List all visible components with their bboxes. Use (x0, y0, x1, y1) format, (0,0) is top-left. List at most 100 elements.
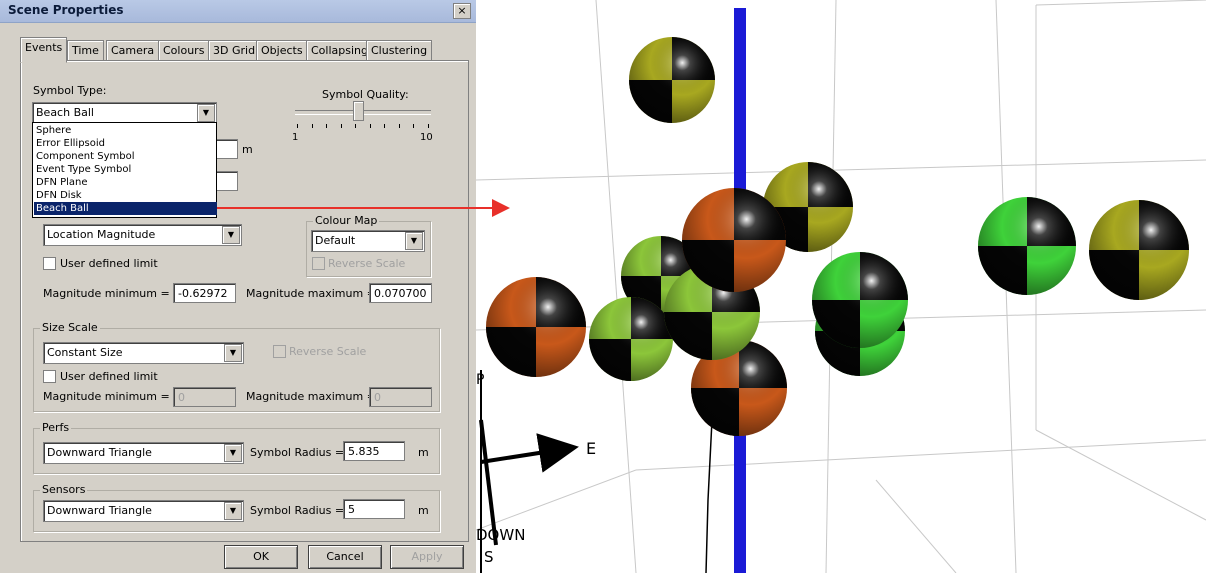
chevron-down-icon[interactable]: ▼ (405, 232, 423, 250)
title-bar[interactable]: Scene Properties × (0, 0, 476, 23)
symbol-quality-max: 10 (420, 132, 433, 143)
sensors-radius-field[interactable]: 5 (343, 499, 405, 519)
chevron-down-icon[interactable]: ▼ (224, 344, 242, 362)
slider-tick (369, 124, 371, 128)
colour-map-value: Default (315, 234, 356, 247)
slider-tick (413, 124, 414, 128)
tab-objects[interactable]: Objects (256, 40, 308, 61)
callout-arrow-head (492, 199, 510, 217)
cancel-button[interactable]: Cancel (308, 545, 382, 569)
scene-properties-dialog: Scene Properties × Events Time Camera Co… (0, 0, 477, 573)
colour-map-dropdown[interactable]: Default ▼ (311, 230, 425, 252)
magnitude-min-field[interactable]: -0.62972 (173, 283, 236, 303)
list-item-dfn-disk[interactable]: DFN Disk (34, 189, 217, 202)
symbol-type-dropdown[interactable]: Beach Ball ▼ (32, 102, 217, 124)
axis-label-down: DOWN (476, 526, 525, 544)
magnitude-max-label: Magnitude maximum = (246, 287, 376, 300)
chevron-down-icon[interactable]: ▼ (197, 104, 215, 122)
size-scale-dropdown[interactable]: Constant Size ▼ (43, 342, 244, 364)
size-reverse-scale-checkbox[interactable] (273, 345, 286, 358)
tab-collapsing[interactable]: Collapsing (306, 40, 373, 61)
magnitude-min-label: Magnitude minimum = (43, 287, 170, 300)
callout-arrow (200, 199, 510, 217)
axes-gizmo: E P DOWN S (476, 370, 596, 573)
ok-button[interactable]: OK (224, 545, 298, 569)
list-item-dfn-plane[interactable]: DFN Plane (34, 176, 217, 189)
slider-tick (384, 124, 385, 128)
dialog-title: Scene Properties (8, 3, 124, 17)
size-magnitude-min-value: 0 (178, 391, 185, 404)
beach-ball (682, 188, 786, 292)
apply-button[interactable]: Apply (390, 545, 464, 569)
tab-time[interactable]: Time (67, 40, 104, 61)
sensors-radius-value: 5 (348, 503, 355, 516)
perfs-radius-value: 5.835 (348, 445, 380, 458)
size-magnitude-max-field[interactable]: 0 (369, 387, 432, 407)
list-item-sphere[interactable]: Sphere (34, 124, 217, 137)
slider-tick (398, 124, 400, 128)
size-reverse-scale-label: Reverse Scale (289, 345, 367, 358)
symbol-type-label: Symbol Type: (33, 84, 107, 97)
tab-events[interactable]: Events (20, 37, 68, 63)
magnitude-min-value: -0.62972 (178, 287, 228, 300)
beach-ball (629, 37, 715, 123)
symbol-quality-min: 1 (292, 132, 299, 143)
list-item-component-symbol[interactable]: Component Symbol (34, 150, 217, 163)
size-scale-title: Size Scale (40, 321, 100, 334)
size-magnitude-min-label: Magnitude minimum = (43, 390, 170, 403)
beach-ball (486, 277, 586, 377)
symbol-quality-thumb[interactable] (352, 101, 364, 121)
sensors-symbol-dropdown[interactable]: Downward Triangle ▼ (43, 500, 244, 522)
tab-3d-grid[interactable]: 3D Grid (208, 40, 261, 61)
size-magnitude-max-label: Magnitude maximum = (246, 390, 376, 403)
tab-clustering[interactable]: Clustering (366, 40, 433, 61)
magnitude-max-field[interactable]: 0.070700 (369, 283, 432, 303)
beach-ball (589, 297, 673, 381)
magnitude-max-value: 0.070700 (374, 287, 427, 300)
chevron-down-icon[interactable]: ▼ (222, 226, 240, 244)
perfs-radius-label: Symbol Radius = (250, 446, 345, 459)
size-user-defined-label: User defined limit (60, 370, 158, 383)
perfs-symbol-dropdown[interactable]: Downward Triangle ▼ (43, 442, 244, 464)
list-item-error-ellipsoid[interactable]: Error Ellipsoid (34, 137, 217, 150)
chevron-down-icon[interactable]: ▼ (224, 444, 242, 462)
scene-viewport[interactable]: E P DOWN S (476, 0, 1206, 573)
beach-ball (978, 197, 1076, 295)
size-magnitude-min-field[interactable]: 0 (173, 387, 236, 407)
sensors-radius-unit: m (418, 504, 429, 517)
slider-tick (355, 124, 356, 128)
list-item-event-type-symbol[interactable]: Event Type Symbol (34, 163, 217, 176)
slider-tick (297, 124, 298, 128)
slider-tick (427, 124, 429, 128)
size-magnitude-max-value: 0 (374, 391, 381, 404)
slider-tick (326, 124, 327, 128)
size-scale-value: Constant Size (47, 346, 123, 359)
colour-scale-value: Location Magnitude (47, 228, 156, 241)
beach-ball (1089, 200, 1189, 300)
axis-label-east: E (586, 439, 596, 458)
sensors-radius-label: Symbol Radius = (250, 504, 345, 517)
sensors-symbol-value: Downward Triangle (47, 504, 152, 517)
symbol-type-list[interactable]: Sphere Error Ellipsoid Component Symbol … (32, 122, 217, 218)
sensors-title: Sensors (40, 483, 88, 496)
colour-reverse-scale-label: Reverse Scale (328, 257, 406, 270)
perfs-symbol-value: Downward Triangle (47, 446, 152, 459)
colour-scale-dropdown[interactable]: Location Magnitude ▼ (43, 224, 242, 246)
symbol-type-value: Beach Ball (36, 106, 94, 119)
size-user-defined-checkbox[interactable] (43, 370, 56, 383)
perfs-radius-field[interactable]: 5.835 (343, 441, 405, 461)
list-item-beach-ball[interactable]: Beach Ball (34, 202, 217, 215)
perfs-title: Perfs (40, 421, 72, 434)
beach-ball-events (486, 37, 1189, 436)
colour-reverse-scale-checkbox[interactable] (312, 257, 325, 270)
colour-user-defined-label: User defined limit (60, 257, 158, 270)
chevron-down-icon[interactable]: ▼ (224, 502, 242, 520)
tab-camera[interactable]: Camera (106, 40, 160, 61)
sensor-line (705, 419, 713, 573)
close-button[interactable]: × (453, 3, 471, 19)
colour-user-defined-checkbox[interactable] (43, 257, 56, 270)
tab-colours[interactable]: Colours (158, 40, 210, 61)
axis-label-south: S (484, 548, 494, 566)
symbol-quality-label: Symbol Quality: (322, 88, 409, 101)
slider-tick (340, 124, 342, 128)
